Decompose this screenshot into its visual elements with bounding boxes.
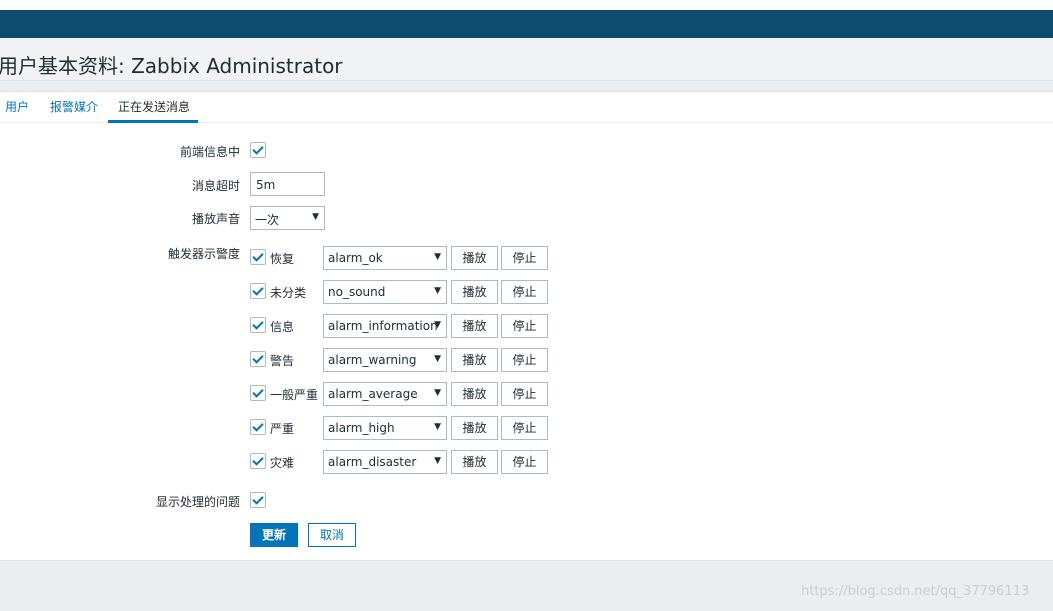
tab-user[interactable]: 用户 [5, 98, 29, 115]
sound-select-value: alarm_ok [328, 251, 383, 265]
chevron-down-icon: ▼ [434, 456, 441, 466]
severity-checkbox-information[interactable] [250, 317, 266, 333]
severity-checkbox-warning[interactable] [250, 351, 266, 367]
severity-label-recovery: 恢复 [270, 252, 295, 266]
severity-checkbox-not-classified[interactable] [250, 283, 266, 299]
tab-media[interactable]: 报警媒介 [50, 98, 98, 115]
message-timeout-label: 消息超时 [192, 179, 241, 193]
tab-bar: 用户 报警媒介 正在发送消息 [0, 92, 1053, 123]
stop-button-disaster[interactable]: 停止 [501, 450, 548, 474]
chevron-down-icon: ▼ [434, 388, 441, 398]
cancel-button[interactable]: 取消 [308, 523, 356, 547]
watermark: https://blog.csdn.net/qq_37796113 [801, 584, 1030, 599]
play-sound-value: 一次 [255, 213, 280, 227]
sound-select-recovery[interactable]: alarm_ok ▼ [323, 246, 447, 270]
frontend-messaging-checkbox[interactable] [250, 142, 266, 158]
severity-checkbox-disaster[interactable] [250, 453, 266, 469]
show-suppressed-checkbox[interactable] [250, 492, 266, 508]
tab-messaging[interactable]: 正在发送消息 [118, 98, 190, 115]
play-button-information[interactable]: 播放 [451, 314, 498, 338]
play-button-not-classified[interactable]: 播放 [451, 280, 498, 304]
severity-label-warning: 警告 [270, 354, 295, 368]
chevron-down-icon: ▼ [434, 422, 441, 432]
sound-select-not-classified[interactable]: no_sound ▼ [323, 280, 447, 304]
sound-select-high[interactable]: alarm_high ▼ [323, 416, 447, 440]
chevron-down-icon: ▼ [434, 286, 441, 296]
sound-select-value: no_sound [328, 285, 386, 299]
severity-checkbox-recovery[interactable] [250, 249, 266, 265]
top-navigation-bar [0, 10, 1053, 38]
severity-label-information: 信息 [270, 320, 295, 334]
play-sound-label: 播放声音 [192, 212, 241, 226]
active-tab-indicator [108, 120, 198, 123]
chevron-down-icon: ▼ [434, 320, 441, 330]
trigger-severity-label: 触发器示警度 [168, 247, 241, 261]
frontend-messaging-label: 前端信息中 [180, 145, 241, 159]
sound-select-average[interactable]: alarm_average ▼ [323, 382, 447, 406]
sound-select-value: alarm_information [328, 319, 438, 333]
sound-select-value: alarm_disaster [328, 455, 417, 469]
message-timeout-input[interactable]: 5m [250, 172, 325, 196]
play-button-disaster[interactable]: 播放 [451, 450, 498, 474]
play-sound-select[interactable]: 一次 ▼ [250, 206, 325, 230]
sound-select-value: alarm_high [328, 421, 395, 435]
page-title: 用户基本资料: Zabbix Administrator [0, 54, 343, 78]
severity-checkbox-high[interactable] [250, 419, 266, 435]
chevron-down-icon: ▼ [434, 354, 441, 364]
stop-button-average[interactable]: 停止 [501, 382, 548, 406]
severity-label-high: 严重 [270, 422, 295, 436]
play-button-high[interactable]: 播放 [451, 416, 498, 440]
update-button[interactable]: 更新 [250, 523, 298, 547]
severity-label-disaster: 灾难 [270, 456, 295, 470]
stop-button-recovery[interactable]: 停止 [501, 246, 548, 270]
stop-button-information[interactable]: 停止 [501, 314, 548, 338]
stop-button-warning[interactable]: 停止 [501, 348, 548, 372]
stop-button-high[interactable]: 停止 [501, 416, 548, 440]
chevron-down-icon: ▼ [312, 212, 319, 222]
page-header: 用户基本资料: Zabbix Administrator [0, 38, 1053, 81]
sound-select-value: alarm_average [328, 387, 418, 401]
stop-button-not-classified[interactable]: 停止 [501, 280, 548, 304]
sound-select-warning[interactable]: alarm_warning ▼ [323, 348, 447, 372]
play-button-warning[interactable]: 播放 [451, 348, 498, 372]
severity-label-average: 一般严重 [270, 388, 319, 402]
top-strip [0, 0, 1053, 10]
sound-select-disaster[interactable]: alarm_disaster ▼ [323, 450, 447, 474]
main-content: 用户 报警媒介 正在发送消息 前端信息中 消息超时 5m 播放声音 一次 ▼ 触… [0, 91, 1053, 561]
sound-select-information[interactable]: alarm_information ▼ [323, 314, 447, 338]
sound-select-value: alarm_warning [328, 353, 417, 367]
show-suppressed-label: 显示处理的问题 [156, 495, 241, 509]
severity-label-not-classified: 未分类 [270, 286, 307, 300]
severity-checkbox-average[interactable] [250, 385, 266, 401]
play-button-average[interactable]: 播放 [451, 382, 498, 406]
play-button-recovery[interactable]: 播放 [451, 246, 498, 270]
chevron-down-icon: ▼ [434, 252, 441, 262]
